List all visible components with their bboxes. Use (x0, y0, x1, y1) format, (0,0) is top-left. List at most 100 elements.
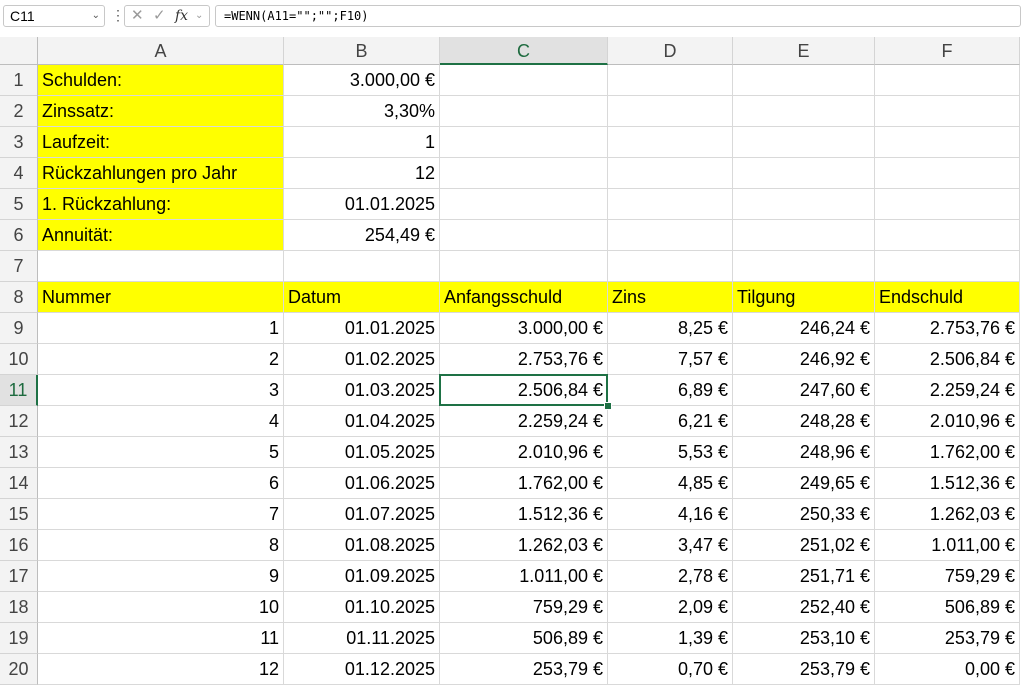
cell-c12[interactable]: 2.259,24 € (440, 406, 608, 437)
cell-c17[interactable]: 1.011,00 € (440, 561, 608, 592)
select-all-corner[interactable] (0, 37, 38, 65)
cell-f3[interactable] (875, 127, 1020, 158)
cell-d11[interactable]: 6,89 € (608, 375, 733, 406)
cell-e13[interactable]: 248,96 € (733, 437, 875, 468)
cell-e12[interactable]: 248,28 € (733, 406, 875, 437)
cell-b14[interactable]: 01.06.2025 (284, 468, 440, 499)
chevron-down-icon[interactable]: ⌄ (92, 6, 100, 26)
cell-e16[interactable]: 251,02 € (733, 530, 875, 561)
cell-a6[interactable]: Annuität: (38, 220, 284, 251)
row-header-20[interactable]: 20 (0, 654, 38, 685)
chevron-down-icon[interactable]: ⌄ (195, 6, 203, 26)
cell-e10[interactable]: 246,92 € (733, 344, 875, 375)
cell-b4[interactable]: 12 (284, 158, 440, 189)
cell-a4[interactable]: Rückzahlungen pro Jahr (38, 158, 284, 189)
cell-a19[interactable]: 11 (38, 623, 284, 654)
cell-c15[interactable]: 1.512,36 € (440, 499, 608, 530)
cell-e1[interactable] (733, 65, 875, 96)
formula-input[interactable]: =WENN(A11="";"";F10) (215, 5, 1021, 27)
cell-a16[interactable]: 8 (38, 530, 284, 561)
row-header-15[interactable]: 15 (0, 499, 38, 530)
cell-e17[interactable]: 251,71 € (733, 561, 875, 592)
cell-f20[interactable]: 0,00 € (875, 654, 1020, 685)
cell-d17[interactable]: 2,78 € (608, 561, 733, 592)
cell-f2[interactable] (875, 96, 1020, 127)
cell-c19[interactable]: 506,89 € (440, 623, 608, 654)
cell-c11[interactable]: 2.506,84 € (440, 375, 608, 406)
cell-d4[interactable] (608, 158, 733, 189)
cell-c1[interactable] (440, 65, 608, 96)
cell-a8[interactable]: Nummer (38, 282, 284, 313)
cell-a20[interactable]: 12 (38, 654, 284, 685)
column-header-b[interactable]: B (284, 37, 440, 65)
row-header-6[interactable]: 6 (0, 220, 38, 251)
cell-c8[interactable]: Anfangsschuld (440, 282, 608, 313)
cell-d19[interactable]: 1,39 € (608, 623, 733, 654)
cell-a9[interactable]: 1 (38, 313, 284, 344)
row-header-3[interactable]: 3 (0, 127, 38, 158)
cell-b11[interactable]: 01.03.2025 (284, 375, 440, 406)
cell-f9[interactable]: 2.753,76 € (875, 313, 1020, 344)
cell-c20[interactable]: 253,79 € (440, 654, 608, 685)
cell-d18[interactable]: 2,09 € (608, 592, 733, 623)
cell-d1[interactable] (608, 65, 733, 96)
cell-c9[interactable]: 3.000,00 € (440, 313, 608, 344)
column-header-e[interactable]: E (733, 37, 875, 65)
cell-f14[interactable]: 1.512,36 € (875, 468, 1020, 499)
cell-b17[interactable]: 01.09.2025 (284, 561, 440, 592)
more-options-icon[interactable]: ⋮ (111, 8, 125, 22)
row-header-11[interactable]: 11 (0, 375, 38, 406)
cell-d10[interactable]: 7,57 € (608, 344, 733, 375)
cell-f8[interactable]: Endschuld (875, 282, 1020, 313)
cell-b10[interactable]: 01.02.2025 (284, 344, 440, 375)
cell-b6[interactable]: 254,49 € (284, 220, 440, 251)
column-header-f[interactable]: F (875, 37, 1020, 65)
cell-d15[interactable]: 4,16 € (608, 499, 733, 530)
row-header-10[interactable]: 10 (0, 344, 38, 375)
cell-e4[interactable] (733, 158, 875, 189)
cell-b15[interactable]: 01.07.2025 (284, 499, 440, 530)
cell-e6[interactable] (733, 220, 875, 251)
cell-a12[interactable]: 4 (38, 406, 284, 437)
cell-c6[interactable] (440, 220, 608, 251)
row-header-8[interactable]: 8 (0, 282, 38, 313)
cell-a1[interactable]: Schulden: (38, 65, 284, 96)
cell-f16[interactable]: 1.011,00 € (875, 530, 1020, 561)
cell-c13[interactable]: 2.010,96 € (440, 437, 608, 468)
cell-c16[interactable]: 1.262,03 € (440, 530, 608, 561)
cell-c4[interactable] (440, 158, 608, 189)
row-header-4[interactable]: 4 (0, 158, 38, 189)
cell-e19[interactable]: 253,10 € (733, 623, 875, 654)
cell-f18[interactable]: 506,89 € (875, 592, 1020, 623)
cell-d2[interactable] (608, 96, 733, 127)
cell-b7[interactable] (284, 251, 440, 282)
row-header-16[interactable]: 16 (0, 530, 38, 561)
cell-e7[interactable] (733, 251, 875, 282)
row-header-5[interactable]: 5 (0, 189, 38, 220)
confirm-icon[interactable]: ✓ (153, 6, 166, 26)
cell-d3[interactable] (608, 127, 733, 158)
cell-b16[interactable]: 01.08.2025 (284, 530, 440, 561)
cell-b1[interactable]: 3.000,00 € (284, 65, 440, 96)
row-header-14[interactable]: 14 (0, 468, 38, 499)
cell-f10[interactable]: 2.506,84 € (875, 344, 1020, 375)
cell-a11[interactable]: 3 (38, 375, 284, 406)
cell-b12[interactable]: 01.04.2025 (284, 406, 440, 437)
row-header-17[interactable]: 17 (0, 561, 38, 592)
row-header-9[interactable]: 9 (0, 313, 38, 344)
name-box[interactable]: C11 ⌄ (3, 5, 105, 27)
cell-c5[interactable] (440, 189, 608, 220)
cell-b9[interactable]: 01.01.2025 (284, 313, 440, 344)
cell-b8[interactable]: Datum (284, 282, 440, 313)
cell-b19[interactable]: 01.11.2025 (284, 623, 440, 654)
cell-b13[interactable]: 01.05.2025 (284, 437, 440, 468)
cell-d16[interactable]: 3,47 € (608, 530, 733, 561)
cell-a14[interactable]: 6 (38, 468, 284, 499)
cell-f19[interactable]: 253,79 € (875, 623, 1020, 654)
cell-b18[interactable]: 01.10.2025 (284, 592, 440, 623)
cell-d6[interactable] (608, 220, 733, 251)
cell-f13[interactable]: 1.762,00 € (875, 437, 1020, 468)
row-header-7[interactable]: 7 (0, 251, 38, 282)
cell-b3[interactable]: 1 (284, 127, 440, 158)
cell-f17[interactable]: 759,29 € (875, 561, 1020, 592)
